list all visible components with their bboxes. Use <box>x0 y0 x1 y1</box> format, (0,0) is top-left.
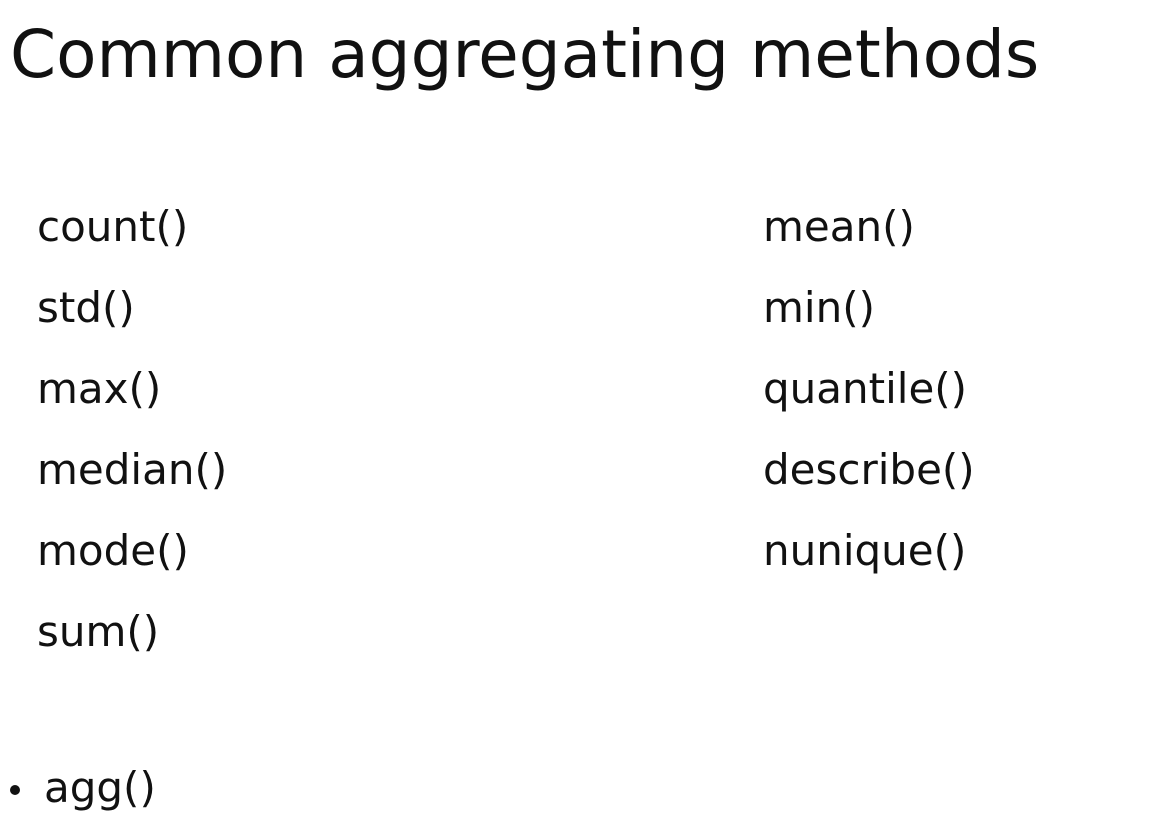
list-item: sum() <box>37 607 160 656</box>
list-item: nunique() <box>763 526 967 575</box>
list-item: median() <box>37 445 228 494</box>
list-item: std() <box>37 283 135 332</box>
list-item: mode() <box>37 526 189 575</box>
bullet-item: agg() <box>10 748 156 828</box>
list-item: min() <box>763 283 875 332</box>
list-item: max() <box>37 364 162 413</box>
right-method-list: mean() min() quantile() describe() nuniq… <box>763 186 975 591</box>
slide-title: Common aggregating methods <box>10 16 1040 93</box>
bullet-text: agg() <box>44 763 156 812</box>
list-item: mean() <box>763 202 915 251</box>
list-item: quantile() <box>763 364 968 413</box>
list-item: describe() <box>763 445 975 494</box>
slide: Common aggregating methods count() std()… <box>0 0 1167 826</box>
left-method-list: count() std() max() median() mode() sum(… <box>37 186 227 672</box>
bullet-icon <box>10 785 20 795</box>
list-item: count() <box>37 202 189 251</box>
